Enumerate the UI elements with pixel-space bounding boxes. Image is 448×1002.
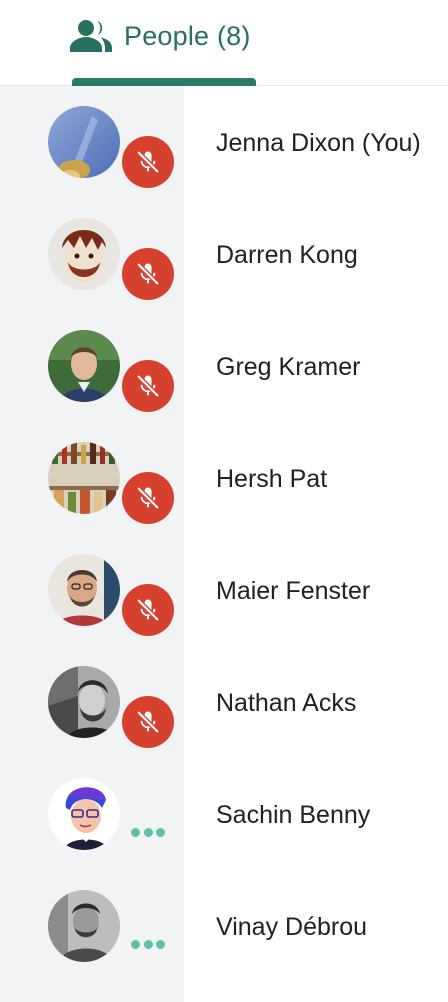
participant-row[interactable]: Vinay Débrou <box>0 870 448 982</box>
participant-row[interactable]: Maier Fenster <box>0 534 448 646</box>
participant-name: Hersh Pat <box>216 465 328 493</box>
mic-muted-badge[interactable] <box>122 360 174 412</box>
mic-off-icon <box>137 375 159 397</box>
mic-muted-badge[interactable] <box>122 248 174 300</box>
participant-row[interactable]: Darren Kong <box>0 198 448 310</box>
panel-header: People (8) <box>0 0 448 86</box>
tab-people[interactable]: People (8) <box>68 14 251 58</box>
participant-name: Nathan Acks <box>216 689 357 717</box>
participant-name: Vinay Débrou <box>216 913 368 941</box>
avatar <box>48 666 120 738</box>
more-dots-icon <box>131 828 165 838</box>
mic-muted-badge[interactable] <box>122 472 174 524</box>
avatar <box>48 106 120 178</box>
participant-row[interactable]: Hersh Pat <box>0 422 448 534</box>
participant-name: Sachin Benny <box>216 801 371 829</box>
participant-list: Jenna Dixon (You) Darren Kong Greg Krame… <box>0 86 448 1002</box>
avatar <box>48 218 120 290</box>
participant-name: Jenna Dixon (You) <box>216 129 421 157</box>
participant-name: Maier Fenster <box>216 577 371 605</box>
participant-name: Greg Kramer <box>216 353 361 381</box>
mic-muted-badge[interactable] <box>122 696 174 748</box>
mic-off-icon <box>137 487 159 509</box>
mic-off-icon <box>137 151 159 173</box>
avatar <box>48 890 120 962</box>
more-dots-icon <box>131 940 165 950</box>
participant-row[interactable]: Nathan Acks <box>0 646 448 758</box>
avatar <box>48 554 120 626</box>
participant-row[interactable]: Jenna Dixon (You) <box>0 86 448 198</box>
mic-off-icon <box>137 263 159 285</box>
avatar <box>48 442 120 514</box>
mic-off-icon <box>137 711 159 733</box>
mic-muted-badge[interactable] <box>122 584 174 636</box>
mic-off-icon <box>137 599 159 621</box>
avatar <box>48 778 120 850</box>
active-tab-indicator <box>72 78 256 86</box>
mic-muted-badge[interactable] <box>122 136 174 188</box>
participant-row[interactable]: Sachin Benny <box>0 758 448 870</box>
people-icon <box>68 19 114 53</box>
participant-name: Darren Kong <box>216 241 358 269</box>
avatar <box>48 330 120 402</box>
tab-people-label: People (8) <box>124 20 251 51</box>
participant-row[interactable]: Greg Kramer <box>0 310 448 422</box>
